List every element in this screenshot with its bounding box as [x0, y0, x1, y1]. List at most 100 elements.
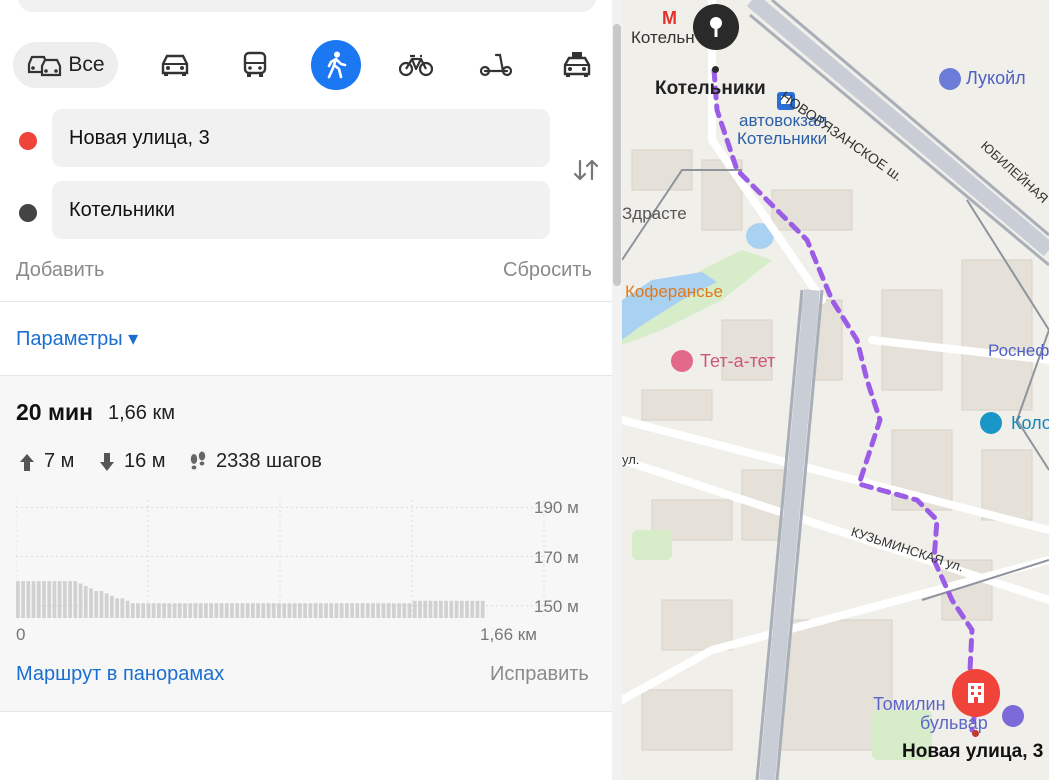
elevation-bar — [407, 603, 412, 618]
chart-bars — [16, 581, 485, 619]
steps-stat: 2338 шагов — [188, 450, 322, 473]
arrow-down-icon — [100, 452, 114, 471]
elevation-bar — [449, 600, 454, 618]
y-tick-label: 170 м — [534, 548, 579, 567]
elevation-bar — [386, 603, 391, 618]
elevation-bar — [73, 581, 78, 619]
fix-route-link[interactable]: Исправить — [490, 663, 589, 686]
taxi-icon — [563, 52, 591, 77]
elevation-bar — [465, 600, 469, 618]
elevation-bar — [120, 598, 125, 618]
elevation-bar — [209, 603, 213, 618]
elevation-bar — [115, 598, 119, 618]
elevation-bar — [99, 590, 104, 618]
elevation-bar — [355, 603, 360, 618]
ascent-value: 7 м — [44, 450, 75, 472]
elevation-bar — [151, 603, 156, 618]
steps-value: 2338 шагов — [216, 450, 322, 472]
start-pin[interactable] — [693, 4, 739, 50]
elevation-bar — [188, 603, 193, 618]
map-label-destination: Новая улица, 3 — [902, 741, 1044, 762]
elevation-bar — [381, 603, 386, 618]
ascent-stat: 7 м — [18, 450, 74, 473]
elevation-bar — [261, 603, 266, 618]
search-field-top[interactable] — [18, 0, 596, 12]
elevation-bar — [313, 603, 318, 618]
elevation-bar — [141, 603, 146, 618]
divider — [0, 375, 622, 376]
elevation-bar — [136, 603, 140, 618]
elevation-bar — [298, 603, 302, 618]
elevation-bar — [36, 581, 41, 619]
shop-icon — [980, 412, 1002, 434]
elevation-bar — [224, 603, 229, 618]
elevation-bar — [282, 603, 287, 618]
elevation-bar — [266, 603, 271, 618]
add-point-link[interactable]: Добавить — [16, 259, 104, 282]
map-canvas[interactable]: M — [622, 0, 1049, 780]
elevation-bar — [110, 595, 114, 619]
fuel-icon — [939, 68, 961, 90]
elevation-bar — [47, 581, 52, 619]
destination-pin[interactable] — [952, 669, 1000, 717]
descent-stat: 16 м — [98, 450, 166, 473]
elevation-bar — [433, 600, 438, 618]
route-distance: 1,66 км — [108, 402, 175, 424]
elevation-bar — [162, 603, 166, 618]
elevation-bar — [214, 603, 219, 618]
divider — [0, 301, 622, 302]
metro-icon: M — [662, 8, 677, 28]
mode-walk-button[interactable] — [311, 40, 361, 90]
mode-taxi-button[interactable] — [552, 40, 602, 90]
reset-route-link[interactable]: Сбросить — [503, 259, 592, 282]
map-label-kolo: Коло — [1011, 413, 1049, 433]
scrollbar-thumb[interactable] — [613, 24, 621, 286]
mode-all-button[interactable]: Все — [13, 42, 118, 88]
elevation-bar — [360, 603, 365, 618]
elevation-bar — [167, 603, 172, 618]
cafe-icon — [671, 350, 693, 372]
elevation-bar — [444, 600, 448, 618]
elevation-bar — [397, 603, 401, 618]
elevation-bar — [94, 590, 99, 618]
elevation-bar — [177, 603, 182, 618]
elevation-bar — [334, 603, 339, 618]
scooter-icon — [479, 53, 513, 77]
swap-route-button[interactable] — [570, 154, 602, 186]
route-from-input[interactable]: Новая улица, 3 — [52, 109, 550, 167]
mode-scooter-button[interactable] — [471, 40, 521, 90]
route-start-marker — [19, 132, 37, 150]
elevation-bar — [308, 603, 313, 618]
map-label-metro: Котельн — [631, 28, 695, 47]
elevation-bar — [219, 603, 224, 618]
elevation-bar — [292, 603, 297, 618]
x-tick-label: 1,66 км — [480, 625, 537, 644]
elevation-bar — [303, 603, 307, 618]
y-tick-label: 150 м — [534, 597, 579, 616]
elevation-bar — [235, 603, 240, 618]
elevation-bar — [470, 600, 475, 618]
elevation-bar — [68, 581, 72, 619]
mode-bike-button[interactable] — [391, 40, 441, 90]
elevation-bar — [376, 603, 381, 618]
elevation-bar — [271, 603, 276, 618]
mode-bus-button[interactable] — [230, 40, 280, 90]
route-to-input[interactable]: Котельники — [52, 181, 550, 239]
map-label-tomilino: Томилин — [873, 694, 946, 714]
elevation-bar — [324, 603, 328, 618]
route-panorama-link[interactable]: Маршрут в панорамах — [16, 663, 224, 686]
mode-all-label: Все — [68, 53, 105, 76]
elevation-bar — [183, 603, 187, 618]
map-view[interactable]: M Котельн Котельники автовокзал Котельни… — [622, 0, 1049, 780]
footsteps-icon — [190, 451, 206, 469]
mode-car-button[interactable] — [150, 40, 200, 90]
route-params-dropdown[interactable]: Параметры ▾ — [16, 326, 138, 351]
elevation-bar — [251, 603, 255, 618]
map-label-tomilino-2: бульвар — [920, 713, 988, 733]
route-panel: Все Новая улица, 3 Котельники Добавить С… — [0, 0, 622, 780]
elevation-bar — [63, 581, 67, 619]
map-label-tet-a-tet: Тет-а-тет — [700, 351, 776, 371]
elevation-bar — [329, 603, 334, 618]
elevation-bar — [418, 600, 422, 618]
swap-arrows-icon — [573, 159, 599, 181]
